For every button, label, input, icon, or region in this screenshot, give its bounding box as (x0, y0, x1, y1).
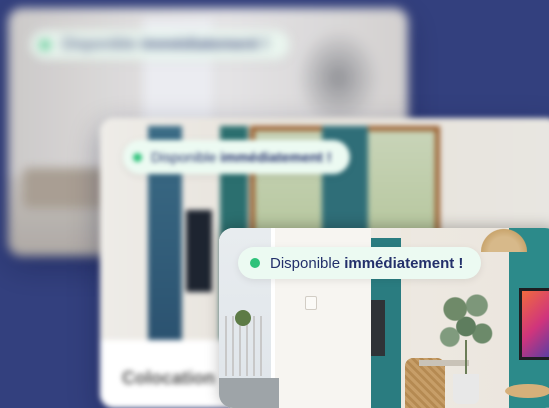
badge-prefix: Disponible (270, 254, 341, 272)
photo-plant (235, 310, 251, 326)
availability-badge-middle: Disponible immédiatement ! (123, 140, 350, 174)
photo-sofa (219, 378, 279, 408)
badge-emphasis: immédiatement ! (220, 149, 332, 165)
status-dot-icon (250, 258, 260, 268)
photo-plant-stem (465, 340, 467, 378)
photo-tv (519, 288, 549, 360)
photo-table (505, 384, 549, 398)
photo-lamp (481, 228, 527, 252)
availability-badge-back: Disponible immédiatement ! (30, 30, 291, 60)
badge-emphasis: immédiatement ! (344, 254, 464, 272)
listing-title: Colocation (122, 368, 215, 388)
status-dot-icon (40, 40, 50, 50)
badge-prefix: Disponible (62, 36, 137, 53)
status-dot-icon (133, 152, 142, 162)
photo-tv (371, 300, 385, 356)
badge-emphasis: immédiatement ! (141, 36, 269, 53)
availability-badge-front: Disponible immédiatement ! (238, 247, 482, 279)
photo-shelf (419, 360, 469, 366)
photo-tv (186, 210, 212, 292)
badge-prefix: Disponible (151, 149, 217, 165)
photo-light-switch (305, 296, 317, 310)
